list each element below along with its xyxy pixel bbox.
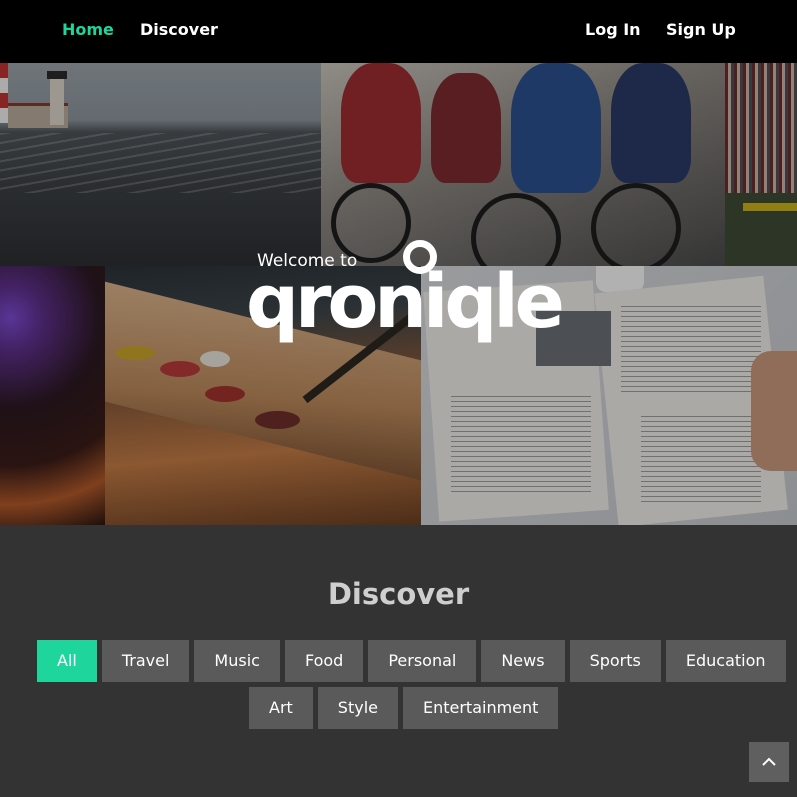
- filter-row-2: Art Style Entertainment: [249, 687, 559, 729]
- filter-all-button[interactable]: All: [37, 640, 97, 682]
- hero-image-stadium: [725, 63, 797, 266]
- hero-image-lights: [0, 266, 105, 525]
- filter-music-button[interactable]: Music: [194, 640, 280, 682]
- chevron-up-icon: [762, 757, 776, 766]
- filter-row-1: All Travel Music Food Personal News Spor…: [37, 640, 786, 682]
- top-navbar: Home Discover Log In Sign Up: [0, 0, 797, 63]
- logo-pin-icon: [403, 240, 437, 274]
- discover-heading: Discover: [327, 577, 470, 611]
- filter-entertainment-button[interactable]: Entertainment: [402, 687, 559, 729]
- filter-news-button[interactable]: News: [481, 640, 565, 682]
- filter-sports-button[interactable]: Sports: [569, 640, 661, 682]
- filter-education-button[interactable]: Education: [665, 640, 786, 682]
- filter-travel-button[interactable]: Travel: [101, 640, 190, 682]
- nav-home-link[interactable]: Home: [62, 20, 114, 40]
- nav-signup-link[interactable]: Sign Up: [666, 20, 736, 40]
- hero-image-cyclists: [321, 63, 725, 266]
- hero-image-coastline: [0, 63, 321, 266]
- nav-discover-link[interactable]: Discover: [140, 20, 218, 40]
- hero-logo: qroniqle: [246, 259, 565, 345]
- back-to-top-button[interactable]: [749, 742, 789, 782]
- nav-login-link[interactable]: Log In: [585, 20, 641, 40]
- filter-style-button[interactable]: Style: [317, 687, 398, 729]
- filter-personal-button[interactable]: Personal: [368, 640, 477, 682]
- filter-food-button[interactable]: Food: [284, 640, 364, 682]
- filter-art-button[interactable]: Art: [249, 687, 313, 729]
